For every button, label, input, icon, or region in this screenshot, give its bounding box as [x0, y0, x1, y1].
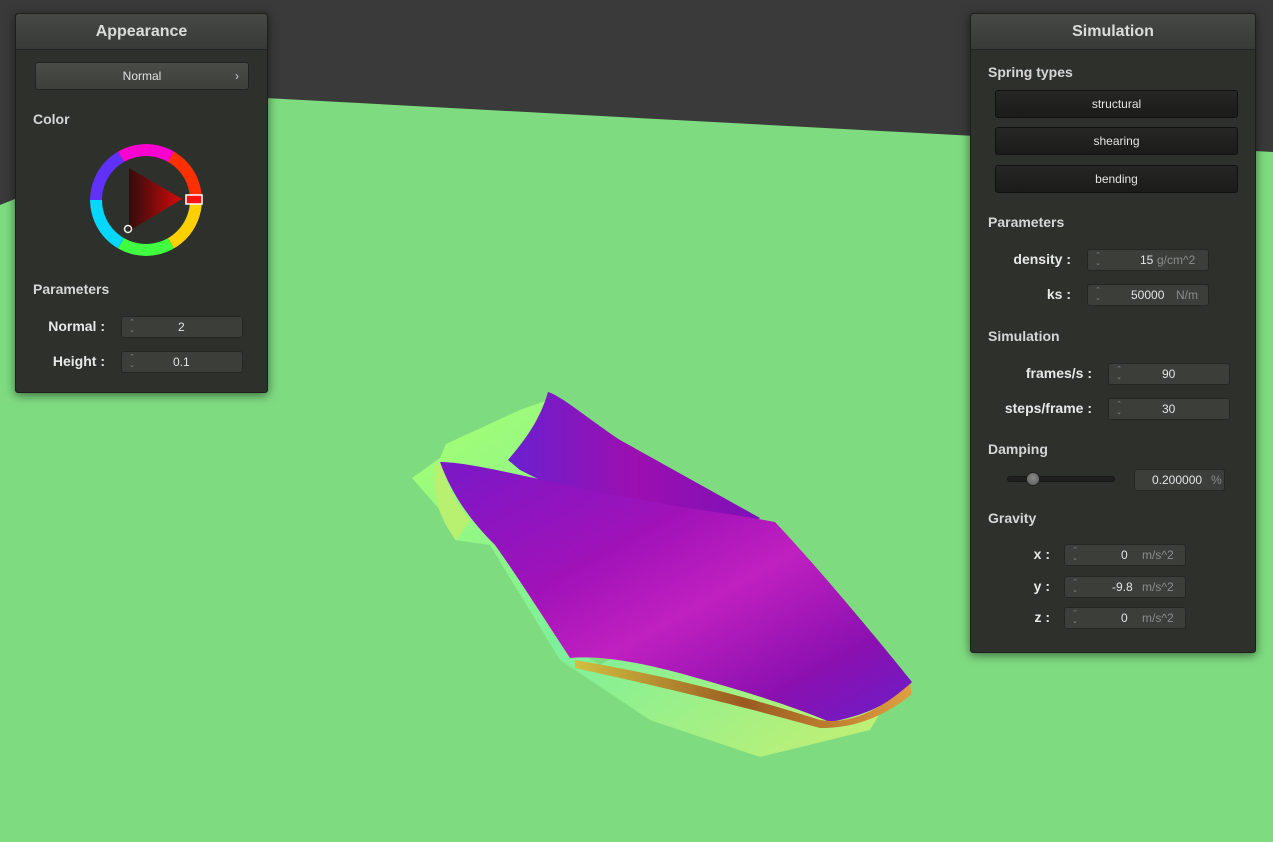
steps-label: steps/frame : — [1004, 400, 1092, 416]
gravity-z-label: z : — [1034, 609, 1050, 625]
normal-label: Normal : — [48, 318, 105, 334]
ks-unit: N/m — [1176, 288, 1198, 302]
density-unit: g/cm^2 — [1157, 253, 1196, 267]
height-value: 0.1 — [173, 355, 190, 369]
spinner-icon[interactable]: ⌃ ⌄ — [1115, 401, 1123, 417]
spinner-icon[interactable]: ⌃ ⌄ — [1094, 252, 1102, 268]
color-section-label: Color — [33, 111, 70, 127]
shading-mode-button[interactable]: Normal › — [35, 62, 249, 90]
steps-value: 30 — [1162, 402, 1176, 416]
density-value: 15 — [1140, 253, 1154, 267]
damping-unit: % — [1211, 473, 1222, 487]
gravity-x-value: 0 — [1121, 548, 1128, 562]
gravity-x-unit: m/s^2 — [1142, 548, 1174, 562]
simulation-title[interactable]: Simulation — [971, 14, 1255, 50]
fps-input[interactable]: ⌃ ⌄ 90 — [1108, 363, 1230, 385]
shading-mode-label: Normal — [122, 69, 162, 83]
gravity-y-unit: m/s^2 — [1142, 580, 1174, 594]
structural-toggle[interactable]: structural — [995, 90, 1238, 118]
fps-label: frames/s : — [1025, 365, 1092, 381]
spinner-icon[interactable]: ⌃ ⌄ — [128, 354, 136, 370]
spinner-icon[interactable]: ⌃ ⌄ — [1094, 287, 1102, 303]
color-wheel[interactable] — [86, 140, 206, 260]
bending-toggle[interactable]: bending — [995, 165, 1238, 193]
normal-input[interactable]: ⌃ ⌄ 2 — [121, 316, 243, 338]
damping-slider-track[interactable] — [1007, 476, 1115, 482]
gravity-y-input[interactable]: ⌃ ⌄ -9.8 m/s^2 — [1064, 576, 1186, 598]
appearance-title[interactable]: Appearance — [16, 14, 267, 50]
spinner-icon[interactable]: ⌃ ⌄ — [1071, 547, 1079, 563]
fps-value: 90 — [1162, 367, 1176, 381]
gravity-z-unit: m/s^2 — [1142, 611, 1174, 625]
ks-value: 50000 — [1131, 288, 1165, 302]
damping-value: 0.200000 — [1152, 473, 1203, 487]
damping-input[interactable]: 0.200000 % — [1134, 469, 1225, 491]
gravity-y-label: y : — [1033, 578, 1050, 594]
ks-label: ks : — [1046, 286, 1071, 302]
shearing-toggle[interactable]: shearing — [995, 127, 1238, 155]
gravity-x-label: x : — [1033, 546, 1050, 562]
hue-selector-handle[interactable] — [185, 194, 203, 205]
damping-slider-knob[interactable] — [1025, 472, 1040, 486]
gravity-x-input[interactable]: ⌃ ⌄ 0 m/s^2 — [1064, 544, 1186, 566]
gravity-y-value: -9.8 — [1112, 580, 1133, 594]
damping-label: Damping — [988, 441, 1048, 457]
damping-slider[interactable] — [1007, 472, 1115, 486]
spinner-icon[interactable]: ⌃ ⌄ — [1071, 610, 1079, 626]
spring-types-label: Spring types — [988, 64, 1073, 80]
steps-input[interactable]: ⌃ ⌄ 30 — [1108, 398, 1230, 420]
spinner-icon[interactable]: ⌃ ⌄ — [1071, 579, 1079, 595]
height-label: Height : — [52, 353, 105, 369]
spinner-icon[interactable]: ⌃ ⌄ — [128, 319, 136, 335]
appearance-parameters-label: Parameters — [33, 281, 110, 297]
sim-parameters-label: Parameters — [988, 214, 1065, 230]
gravity-z-input[interactable]: ⌃ ⌄ 0 m/s^2 — [1064, 607, 1186, 629]
chevron-right-icon: › — [235, 69, 239, 83]
normal-value: 2 — [178, 320, 185, 334]
ks-input[interactable]: ⌃ ⌄ 50000 N/m — [1087, 284, 1209, 306]
simulation-panel: Simulation Spring types structural shear… — [970, 13, 1256, 653]
gravity-z-value: 0 — [1121, 611, 1128, 625]
height-input[interactable]: ⌃ ⌄ 0.1 — [121, 351, 243, 373]
appearance-panel: Appearance Normal › Color Parameters Nor… — [15, 13, 268, 393]
gravity-label: Gravity — [988, 510, 1037, 526]
density-label: density : — [1013, 251, 1071, 267]
spinner-icon[interactable]: ⌃ ⌄ — [1115, 366, 1123, 382]
simulation-section-label: Simulation — [988, 328, 1060, 344]
density-input[interactable]: ⌃ ⌄ 15 g/cm^2 — [1087, 249, 1209, 271]
